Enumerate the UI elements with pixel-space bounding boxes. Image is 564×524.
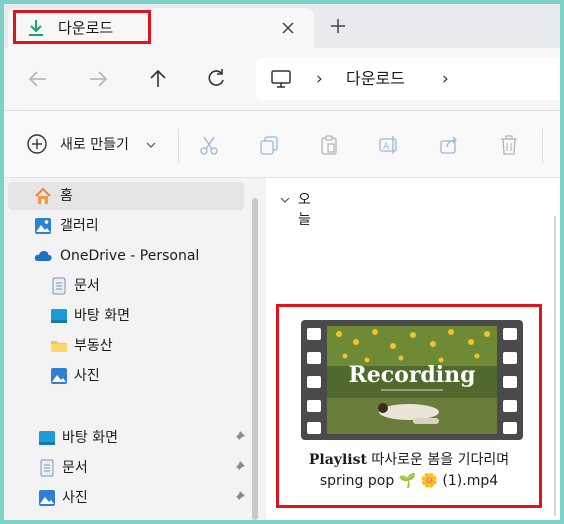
add-tab-icon[interactable] [328, 16, 348, 36]
chevron-right-icon[interactable]: › [442, 69, 449, 89]
rename-icon[interactable]: A [378, 134, 400, 156]
file-name: Playlist 따사로운 봄을 기다리며 spring pop 🌱 🌼 (1)… [285, 450, 533, 492]
file-item-video[interactable]: Recording Playlist 따사로운 봄을 기다리며 spring p… [276, 304, 542, 508]
sidebar-item-label: 사진 [74, 368, 100, 384]
cloud-icon [34, 251, 52, 261]
new-button-label: 새로 만들기 [60, 137, 129, 153]
delete-icon[interactable] [498, 134, 520, 156]
command-bar: 새로 만들기 A [4, 111, 560, 178]
chevron-right-icon[interactable]: › [316, 69, 323, 89]
divider [178, 129, 179, 163]
forward-icon[interactable] [86, 67, 110, 91]
file-name-bold: Playlist [308, 452, 367, 468]
pictures-icon [39, 490, 55, 506]
pin-icon[interactable] [232, 460, 246, 474]
sidebar-item-label: 갤러리 [60, 218, 99, 234]
file-explorer-window: 다운로드 › 다운로드 › 새로 만들기 A 홈 갤러리 OneDrive - … [4, 4, 560, 520]
svg-text:A: A [383, 142, 390, 152]
file-name-rest: 따사로운 봄을 기다리며 [366, 452, 510, 468]
sidebar-item-label: 문서 [62, 460, 88, 476]
sidebar-item-desktop[interactable]: 바탕 화면 [8, 302, 244, 330]
group-label: 오늘 [298, 192, 311, 228]
navigation-pane: 홈 갤러리 OneDrive - Personal 문서 바탕 화면 부동산 사… [4, 178, 264, 520]
refresh-icon[interactable] [204, 67, 228, 91]
tab-highlight-box [13, 10, 151, 44]
pin-icon[interactable] [232, 430, 246, 444]
sidebar-item-real-estate[interactable]: 부동산 [8, 332, 244, 360]
desktop-icon [39, 431, 55, 445]
file-list: 오늘 Recording Playlist 따사로운 봄을 기다리며 sprin… [266, 178, 560, 520]
folder-icon [51, 341, 67, 352]
desktop-icon [51, 309, 67, 323]
pin-icon[interactable] [232, 490, 246, 504]
sidebar-item-onedrive[interactable]: OneDrive - Personal [8, 242, 244, 270]
sidebar-item-gallery[interactable]: 갤러리 [8, 212, 244, 240]
document-icon [40, 459, 54, 477]
pictures-icon [51, 368, 67, 384]
sidebar-item-pinned-documents[interactable]: 문서 [8, 454, 246, 482]
computer-icon [271, 70, 291, 88]
share-icon[interactable] [438, 134, 460, 156]
up-icon[interactable] [146, 67, 170, 91]
file-name-line2: spring pop 🌱 🌼 (1).mp4 [319, 473, 499, 489]
close-icon[interactable] [278, 18, 298, 38]
home-icon [35, 187, 51, 204]
gallery-icon [35, 218, 51, 234]
thumbnail-title: Recording [348, 362, 475, 388]
sidebar-item-label: 문서 [74, 278, 100, 294]
chevron-down-icon [146, 142, 156, 148]
sidebar-scrollbar[interactable] [252, 198, 258, 520]
sidebar-item-documents[interactable]: 문서 [8, 272, 244, 300]
sidebar-item-pinned-pictures[interactable]: 사진 [8, 484, 246, 512]
video-thumbnail: Recording [301, 320, 523, 440]
sidebar-item-label: 부동산 [74, 338, 113, 354]
content-scrollbar[interactable] [554, 216, 556, 516]
sidebar-item-label: 사진 [62, 490, 88, 506]
sidebar-item-label: 바탕 화면 [74, 308, 130, 324]
navigation-bar: › 다운로드 › [4, 48, 560, 111]
sidebar-item-home[interactable]: 홈 [8, 182, 244, 210]
document-icon [52, 277, 66, 295]
tab-strip: 다운로드 [4, 4, 560, 48]
chevron-down-icon [280, 197, 290, 203]
divider [542, 129, 543, 163]
address-segment-downloads[interactable]: 다운로드 [346, 69, 405, 89]
sidebar-item-label: 홈 [60, 188, 73, 204]
sidebar-item-label: OneDrive - Personal [60, 248, 200, 264]
plus-circle-icon [27, 134, 47, 154]
address-bar[interactable]: › 다운로드 › [256, 58, 560, 100]
copy-icon[interactable] [258, 134, 280, 156]
paste-icon[interactable] [318, 134, 340, 156]
sidebar-item-label: 바탕 화면 [62, 430, 118, 446]
back-icon[interactable] [26, 67, 50, 91]
sidebar-item-pinned-desktop[interactable]: 바탕 화면 [8, 424, 246, 452]
cut-icon[interactable] [198, 134, 220, 156]
sidebar-item-pictures[interactable]: 사진 [8, 362, 244, 390]
